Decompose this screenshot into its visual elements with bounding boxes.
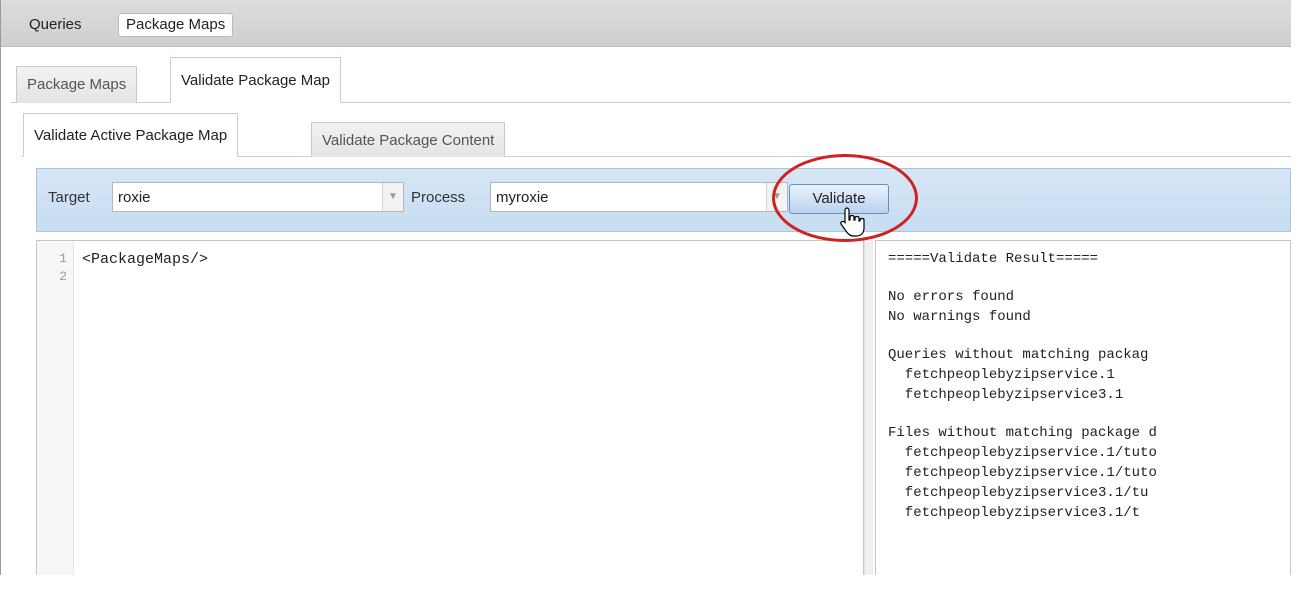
tab-queries[interactable]: Queries	[23, 13, 88, 37]
top-bar: Queries Package Maps	[1, 0, 1291, 47]
result-line: =====Validate Result=====	[888, 251, 1099, 267]
result-line: fetchpeoplebyzipservice3.1/tu	[888, 485, 1149, 501]
result-line: Files without matching package d	[888, 425, 1157, 441]
tab-validate-active-package-map[interactable]: Validate Active Package Map	[23, 113, 239, 157]
result-line: fetchpeoplebyzipservice.1/tuto	[888, 465, 1157, 481]
result-line: fetchpeoplebyzipservice3.1	[888, 387, 1124, 403]
result-line: fetchpeoplebyzipservice3.1/t	[888, 505, 1141, 521]
result-line: No errors found	[888, 289, 1015, 305]
process-value: myroxie	[496, 189, 549, 206]
process-label: Process	[411, 189, 466, 206]
result-line: No warnings found	[888, 309, 1031, 325]
validate-tab-strip: Validate Active Package Map Validate Pac…	[21, 112, 1291, 157]
line-number: 2	[59, 269, 67, 284]
line-number-gutter: 1 2	[37, 241, 74, 575]
line-number: 1	[59, 251, 67, 266]
result-line: Queries without matching packag	[888, 347, 1149, 363]
result-line: fetchpeoplebyzipservice.1	[888, 367, 1115, 383]
target-label: Target	[48, 189, 90, 206]
package-maps-tab-strip: Package Maps Validate Package Map	[11, 56, 1291, 103]
target-value: roxie	[118, 189, 151, 206]
target-select[interactable]: roxie ▼	[112, 182, 404, 212]
app-window: Queries Package Maps Package Maps Valida…	[0, 0, 1291, 575]
result-line: fetchpeoplebyzipservice.1/tuto	[888, 445, 1157, 461]
validate-toolbar: Target roxie ▼ Process myroxie ▼ Validat…	[36, 168, 1291, 232]
hand-pointer-icon	[840, 207, 865, 237]
package-map-editor[interactable]: 1 2 <PackageMaps/>	[36, 240, 864, 575]
tab-validate-package-content[interactable]: Validate Package Content	[311, 122, 506, 157]
tab-validate-package-map[interactable]: Validate Package Map	[170, 57, 341, 103]
chevron-down-icon[interactable]: ▼	[382, 183, 403, 211]
tab-package-maps[interactable]: Package Maps	[118, 13, 234, 37]
process-select[interactable]: myroxie ▼	[490, 182, 788, 212]
validate-result-pane: =====Validate Result===== No errors foun…	[875, 240, 1291, 575]
editor-code[interactable]: <PackageMaps/>	[82, 251, 208, 268]
editor-splitter[interactable]	[864, 240, 873, 575]
tab-package-maps-list[interactable]: Package Maps	[16, 66, 138, 103]
